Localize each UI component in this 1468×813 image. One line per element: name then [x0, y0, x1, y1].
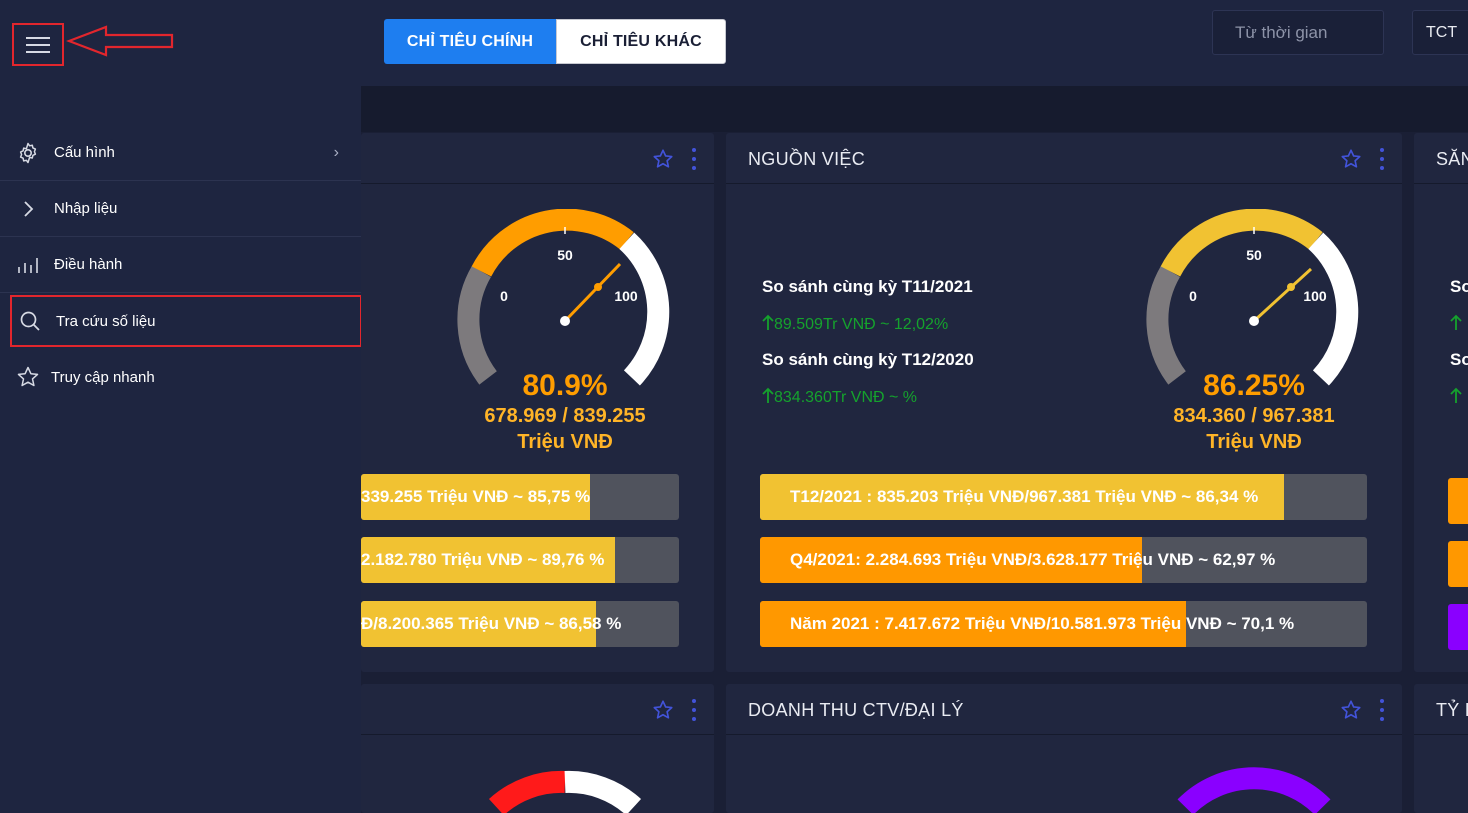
card-header: TỶ L — [1414, 684, 1468, 735]
tab-group: CHỈ TIÊU CHÍNH CHỈ TIÊU KHÁC — [384, 19, 726, 64]
sidebar: Cấu hình › Nhập liệu Điều hành Tra cứu s… — [0, 86, 362, 813]
sidebar-item-label: Nhập liệu — [54, 200, 118, 217]
arrow-up-icon — [1450, 314, 1462, 332]
gauge-unit: Triệu VNĐ — [1206, 431, 1302, 453]
hamburger-line — [26, 36, 50, 39]
gauge-label-mid: 50 — [557, 247, 573, 263]
card-doanh-thu-ctv: DOANH THU CTV/ĐẠI LÝ — [726, 684, 1402, 813]
card-header: NGUỒN VIỆC — [726, 133, 1402, 184]
org-select[interactable]: TCT — [1412, 10, 1468, 55]
progress-text: 339.255 Triệu VNĐ ~ 85,75 % — [361, 487, 591, 506]
gauge-label-mid: 50 — [1246, 247, 1262, 263]
progress-text: 2.182.780 Triệu VNĐ ~ 89,76 % — [361, 550, 605, 569]
gauge-chart — [1177, 767, 1331, 813]
sidebar-item-truy-cap-nhanh[interactable]: Truy cập nhanh — [0, 349, 361, 405]
arrow-up-icon — [762, 387, 774, 403]
gauge-label-min: 0 — [1189, 288, 1197, 304]
compare-title: So — [1450, 277, 1468, 296]
arrow-up-icon — [1450, 387, 1462, 405]
favorite-star-icon[interactable] — [652, 699, 674, 721]
progress-text: Q4/2021: 2.284.693 Triệu VNĐ/3.628.177 T… — [790, 550, 1276, 569]
card-title: DOANH THU CTV/ĐẠI LÝ — [748, 700, 964, 720]
progress-text: Đ/8.200.365 Triệu VNĐ ~ 86,58 % — [361, 614, 622, 633]
sidebar-item-dieu-hanh[interactable]: Điều hành — [0, 237, 361, 293]
kebab-menu-icon[interactable] — [692, 148, 696, 170]
card-header: SĂN — [1414, 133, 1468, 184]
kebab-menu-icon[interactable] — [1380, 699, 1384, 721]
card-header: DOANH THU CTV/ĐẠI LÝ — [726, 684, 1402, 735]
card-title: TỶ L — [1436, 700, 1468, 720]
kebab-menu-icon[interactable] — [1380, 148, 1384, 170]
favorite-star-icon[interactable] — [1340, 148, 1362, 170]
chevron-right-icon — [15, 196, 41, 222]
gauge-percent: 80.9% — [522, 369, 608, 402]
progress-bar-month: T12/2021 : 835.203 Triệu VNĐ/967.381 Tri… — [760, 474, 1367, 520]
card-title: SĂN — [1436, 149, 1468, 169]
sidebar-item-label: Truy cập nhanh — [51, 368, 155, 386]
progress-bar-year: Năm 2021 : 7.417.672 Triệu VNĐ/10.581.97… — [760, 601, 1367, 647]
sidebar-item-label: Tra cứu số liệu — [56, 312, 156, 330]
progress-bar-quarter — [1448, 541, 1468, 587]
progress-text: T12/2021 : 835.203 Triệu VNĐ/967.381 Tri… — [790, 487, 1259, 506]
progress-bar-year: Đ/8.200.365 Triệu VNĐ ~ 86,58 % — [361, 601, 679, 647]
chevron-right-icon: › — [333, 143, 339, 161]
progress-bar-quarter: 2.182.780 Triệu VNĐ ~ 89,76 % — [361, 537, 679, 583]
compare-value-prev-month: 89.509Tr VNĐ ~ 12,02% — [762, 314, 948, 334]
card-header — [361, 133, 714, 184]
progress-bar-year — [1448, 604, 1468, 650]
card-kpi-6: TỶ L — [1414, 684, 1468, 813]
favorite-star-icon[interactable] — [1340, 699, 1362, 721]
gauge-unit: Triệu VNĐ — [517, 431, 613, 453]
progress-bar-month: 339.255 Triệu VNĐ ~ 85,75 % — [361, 474, 679, 520]
gauge-chart — [488, 770, 642, 813]
hamburger-line — [26, 43, 50, 46]
bar-chart-icon — [15, 252, 41, 278]
gear-icon — [15, 140, 41, 166]
search-icon — [17, 308, 43, 334]
top-bar: CHỈ TIÊU CHÍNH CHỈ TIÊU KHÁC TCT — [0, 0, 1468, 86]
gauge-label-max: 100 — [1303, 288, 1327, 304]
sidebar-item-nhap-lieu[interactable]: Nhập liệu — [0, 181, 361, 237]
gauge-label-min: 0 — [500, 288, 508, 304]
progress-bar-month — [1448, 478, 1468, 524]
sidebar-item-cau-hinh[interactable]: Cấu hình › — [0, 125, 361, 181]
compare-title: So — [1450, 350, 1468, 369]
tab-chi-tieu-chinh[interactable]: CHỈ TIÊU CHÍNH — [384, 19, 556, 64]
card-header — [361, 684, 714, 735]
progress-text: Năm 2021 : 7.417.672 Triệu VNĐ/10.581.97… — [790, 614, 1295, 633]
card-nguon-viec: NGUỒN VIỆC So sánh cùng kỳ T11/2021 89.5… — [726, 133, 1402, 672]
compare-title-prev-month: So sánh cùng kỳ T11/2021 — [762, 277, 973, 296]
annotation-arrow-icon — [66, 25, 174, 57]
gauge-ratio: 678.969 / 839.255 — [484, 405, 646, 427]
card-kpi-1: 50 0 100 80.9% 678.969 / 839.255 Triệu V… — [361, 133, 714, 672]
favorite-star-icon[interactable] — [652, 148, 674, 170]
sidebar-item-tra-cuu-so-lieu[interactable]: Tra cứu số liệu — [10, 295, 362, 347]
gauge-percent: 86.25% — [1203, 369, 1305, 402]
hamburger-line — [26, 50, 50, 53]
gauge-ratio: 834.360 / 967.381 — [1173, 405, 1335, 427]
card-kpi-4 — [361, 684, 714, 813]
compare-value-prev-year: 834.360Tr VNĐ ~ % — [762, 387, 917, 407]
star-icon — [15, 364, 41, 390]
sidebar-item-label: Cấu hình — [54, 144, 115, 161]
hamburger-menu-button[interactable] — [12, 23, 64, 66]
kebab-menu-icon[interactable] — [692, 699, 696, 721]
sidebar-item-label: Điều hành — [54, 256, 123, 273]
tab-chi-tieu-khac[interactable]: CHỈ TIÊU KHÁC — [556, 19, 726, 64]
card-title: NGUỒN VIỆC — [748, 149, 866, 169]
gauge-needle — [563, 262, 622, 323]
date-from-input[interactable] — [1212, 10, 1384, 55]
compare-title-prev-year: So sánh cùng kỳ T12/2020 — [762, 350, 974, 369]
card-kpi-3: SĂN So So — [1414, 133, 1468, 672]
gauge-label-max: 100 — [614, 288, 638, 304]
content-header-strip — [361, 86, 1468, 132]
arrow-up-icon — [762, 314, 774, 330]
progress-bar-quarter: Q4/2021: 2.284.693 Triệu VNĐ/3.628.177 T… — [760, 537, 1367, 583]
